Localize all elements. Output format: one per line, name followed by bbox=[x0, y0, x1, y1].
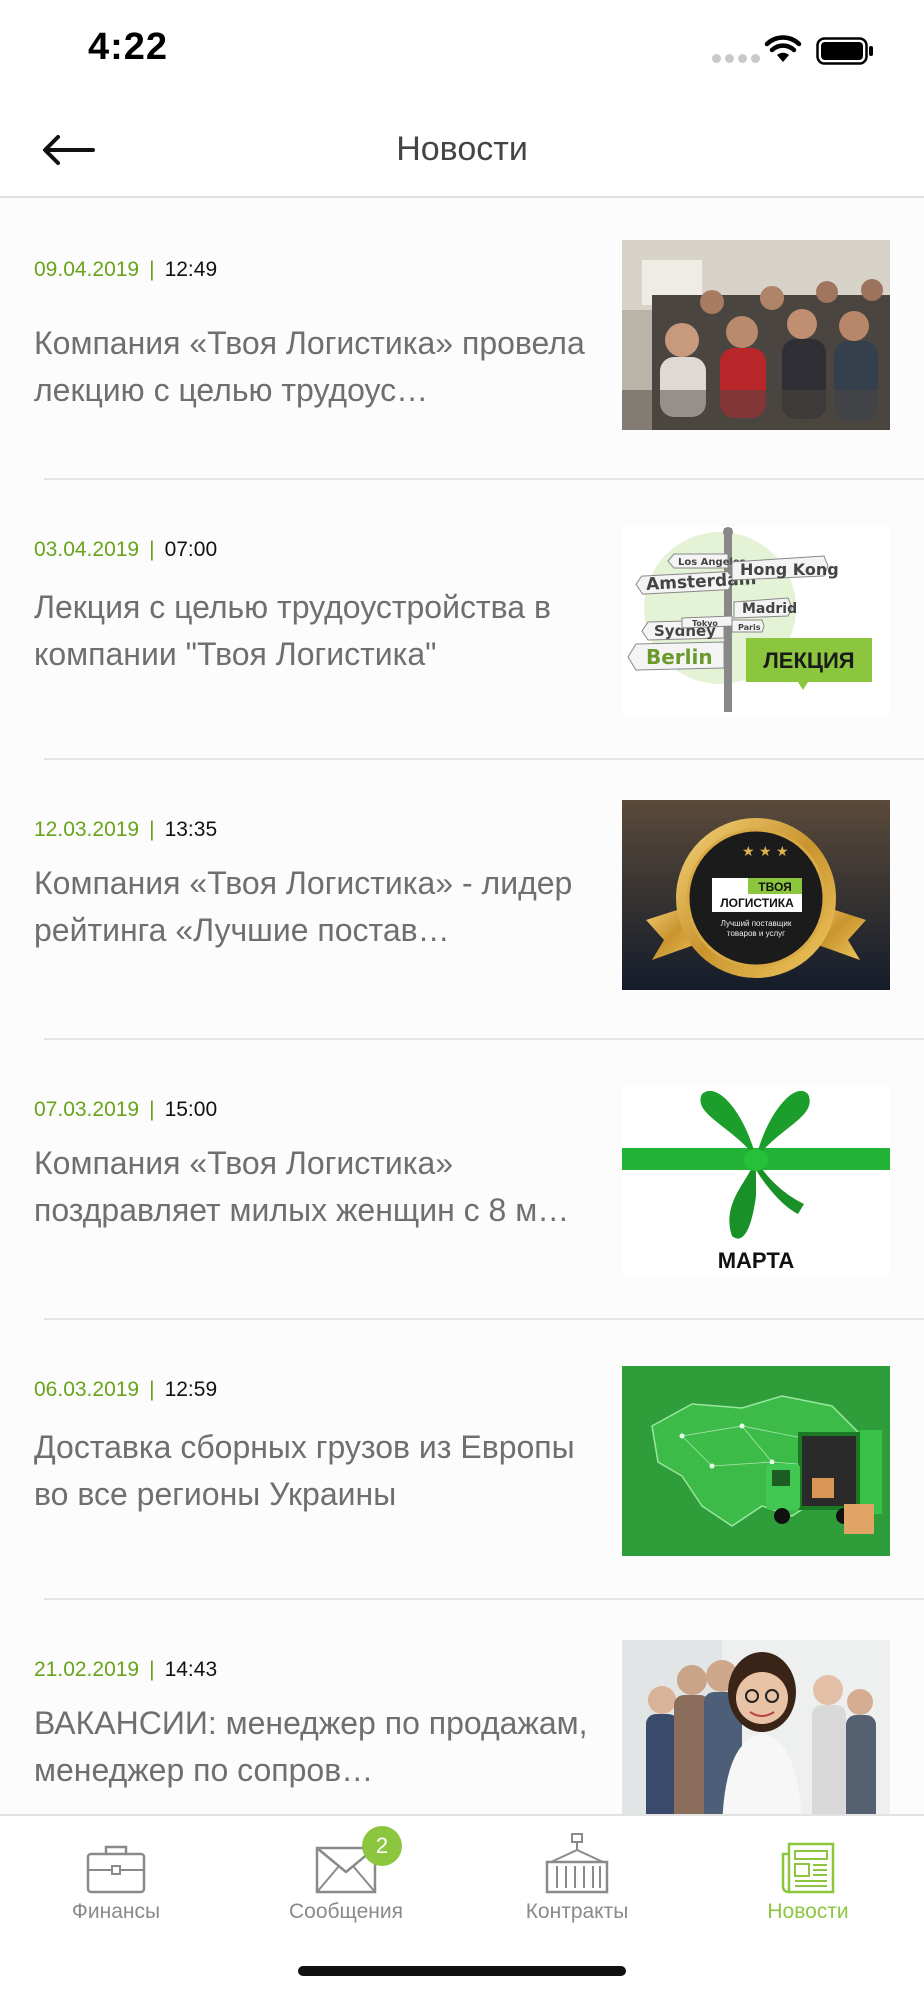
news-item[interactable]: 07.03.2019 | 15:00 Компания «Твоя Логист… bbox=[0, 1040, 924, 1320]
tab-label: Новости bbox=[767, 1900, 849, 1923]
svg-text:товаров и услуг: товаров и услуг bbox=[727, 929, 785, 938]
award-badge-illustration: ★ ★ ★ ТВОЯ ЛОГИСТИКА Лучший поставщик то… bbox=[622, 800, 890, 990]
green-ribbon-march-illustration: МАРТА bbox=[622, 1090, 890, 1273]
news-item[interactable]: 06.03.2019 | 12:59 Доставка сборных груз… bbox=[0, 1320, 924, 1600]
news-title: Компания «Твоя Логистика» - лидер рейтин… bbox=[34, 865, 573, 948]
navigation-bar: Новости bbox=[0, 100, 924, 198]
news-thumbnail[interactable] bbox=[622, 1366, 890, 1556]
news-time: 13:35 bbox=[164, 818, 218, 841]
news-separator: | bbox=[149, 818, 155, 841]
news-item[interactable]: 12.03.2019 | 13:35 Компания «Твоя Логист… bbox=[0, 760, 924, 1040]
news-time: 12:49 bbox=[164, 258, 218, 281]
tab-contracts[interactable]: Контракты bbox=[477, 1830, 677, 1940]
tab-label: Контракты bbox=[525, 1900, 629, 1923]
tab-news[interactable]: Новости bbox=[708, 1830, 908, 1940]
news-title: ВАКАНСИИ: менеджер по продажам, менеджер… bbox=[34, 1705, 588, 1788]
cellular-signal-icon bbox=[712, 54, 760, 63]
tab-finance[interactable]: Финансы bbox=[16, 1830, 216, 1940]
news-title: Компания «Твоя Логистика» поздравляет ми… bbox=[34, 1145, 570, 1228]
news-separator: | bbox=[149, 1378, 155, 1401]
signpost-lecture-illustration: Los Angeles Amsterdam Hong Kong Madrid S… bbox=[627, 527, 872, 712]
news-thumbnail[interactable] bbox=[622, 1640, 890, 1814]
page-title: Новости bbox=[396, 130, 528, 168]
svg-text:ЛЕКЦИЯ: ЛЕКЦИЯ bbox=[763, 648, 854, 673]
news-thumbnail[interactable] bbox=[622, 240, 890, 430]
news-meta: 09.04.2019 | 12:49 bbox=[34, 258, 217, 282]
news-thumbnail[interactable]: Los Angeles Amsterdam Hong Kong Madrid S… bbox=[622, 526, 890, 716]
status-time: 4:22 bbox=[88, 26, 169, 68]
svg-text:ЛОГИСТИКА: ЛОГИСТИКА bbox=[720, 896, 794, 910]
news-thumbnail[interactable]: ★ ★ ★ ТВОЯ ЛОГИСТИКА Лучший поставщик то… bbox=[622, 800, 890, 990]
news-meta: 12.03.2019 | 13:35 bbox=[34, 818, 217, 842]
news-item[interactable]: 09.04.2019 | 12:49 Компания «Твоя Логист… bbox=[0, 200, 924, 480]
news-time: 07:00 bbox=[164, 538, 218, 561]
unread-badge: 2 bbox=[362, 1826, 402, 1866]
team-photo bbox=[622, 1640, 890, 1814]
news-separator: | bbox=[149, 258, 155, 281]
news-date: 06.03.2019 bbox=[34, 1378, 140, 1401]
newspaper-icon bbox=[781, 1842, 835, 1894]
news-item[interactable]: 03.04.2019 | 07:00 Лекция с целью трудоу… bbox=[0, 480, 924, 760]
svg-text:Madrid: Madrid bbox=[742, 601, 797, 617]
briefcase-icon bbox=[86, 1845, 146, 1894]
news-date: 09.04.2019 bbox=[34, 258, 140, 281]
svg-text:Tokyo: Tokyo bbox=[692, 619, 718, 628]
svg-text:Paris: Paris bbox=[738, 623, 761, 632]
news-separator: | bbox=[149, 1098, 155, 1121]
home-indicator[interactable] bbox=[298, 1966, 626, 1976]
news-meta: 21.02.2019 | 14:43 bbox=[34, 1658, 217, 1682]
news-meta: 07.03.2019 | 15:00 bbox=[34, 1098, 217, 1122]
tab-label: Сообщения bbox=[289, 1900, 403, 1923]
news-date: 21.02.2019 bbox=[34, 1658, 140, 1681]
svg-text:МАРТА: МАРТА bbox=[718, 1248, 795, 1273]
battery-icon bbox=[816, 37, 873, 65]
news-list[interactable]: 09.04.2019 | 12:49 Компания «Твоя Логист… bbox=[0, 200, 924, 1814]
news-date: 12.03.2019 bbox=[34, 818, 140, 841]
news-time: 12:59 bbox=[164, 1378, 218, 1401]
news-meta: 03.04.2019 | 07:00 bbox=[34, 538, 217, 562]
news-date: 03.04.2019 bbox=[34, 538, 140, 561]
news-title: Компания «Твоя Логистика» провела лекцию… bbox=[34, 325, 585, 408]
tab-messages[interactable]: 2 Сообщения bbox=[246, 1826, 446, 1940]
status-bar: 4:22 bbox=[0, 0, 924, 100]
seminar-audience-photo bbox=[622, 240, 890, 430]
news-meta: 06.03.2019 | 12:59 bbox=[34, 1378, 217, 1402]
svg-text:Лучший поставщик: Лучший поставщик bbox=[721, 919, 792, 928]
news-separator: | bbox=[149, 538, 155, 561]
news-thumbnail[interactable]: МАРТА bbox=[622, 1086, 890, 1276]
news-time: 15:00 bbox=[164, 1098, 218, 1121]
news-title: Лекция с целью трудоустройства в компани… bbox=[34, 589, 551, 672]
svg-text:★ ★ ★: ★ ★ ★ bbox=[742, 844, 789, 860]
svg-text:ТВОЯ: ТВОЯ bbox=[758, 880, 792, 894]
svg-text:Berlin: Berlin bbox=[646, 645, 713, 669]
ukraine-map-truck-illustration bbox=[622, 1366, 890, 1556]
wifi-icon bbox=[764, 35, 802, 62]
news-item[interactable]: 21.02.2019 | 14:43 ВАКАНСИИ: менеджер по… bbox=[0, 1600, 924, 1814]
container-crane-icon bbox=[545, 1833, 609, 1894]
svg-text:Hong Kong: Hong Kong bbox=[740, 560, 839, 579]
news-title: Доставка сборных грузов из Европы во все… bbox=[34, 1429, 575, 1512]
tab-label: Финансы bbox=[71, 1900, 161, 1923]
news-date: 07.03.2019 bbox=[34, 1098, 140, 1121]
news-separator: | bbox=[149, 1658, 155, 1681]
news-time: 14:43 bbox=[164, 1658, 218, 1681]
